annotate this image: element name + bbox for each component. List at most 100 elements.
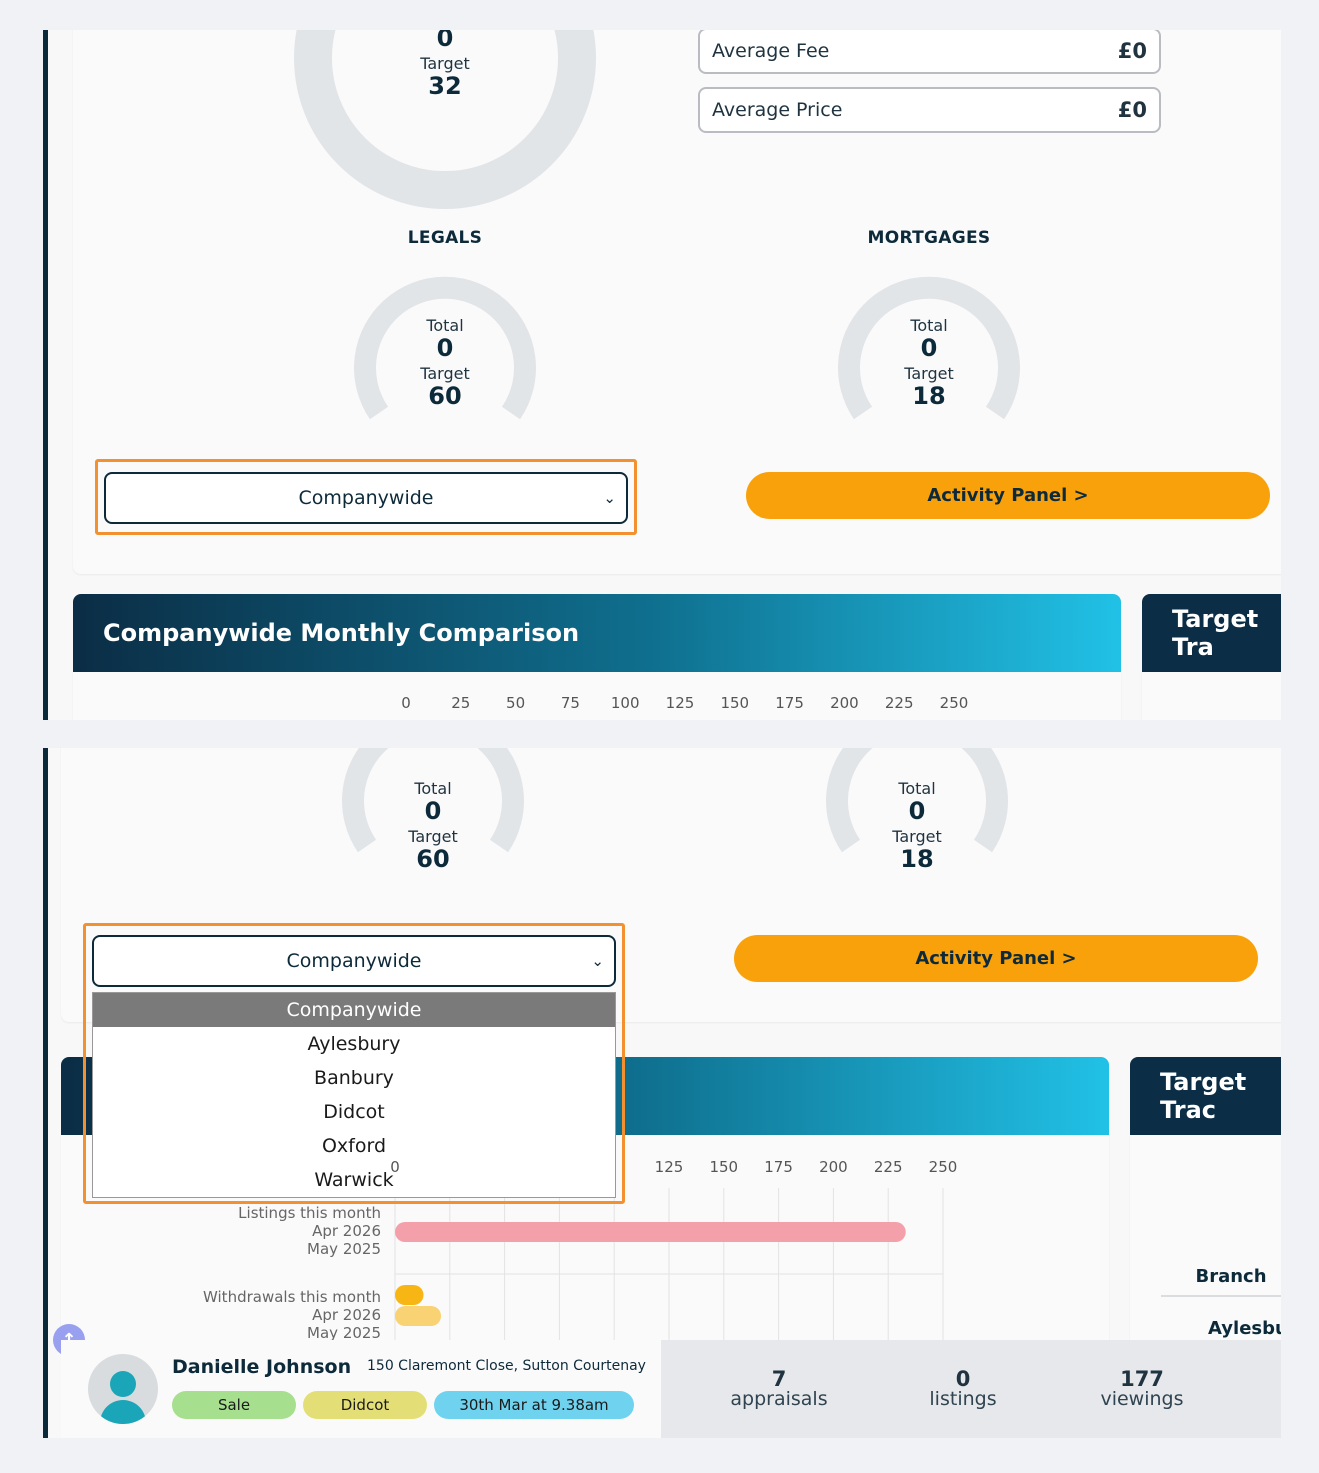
branch-select[interactable]: Companywide ⌄ [92, 935, 616, 987]
mortgages-target-value: 18 [900, 845, 934, 873]
viewings-label: viewings [1100, 1388, 1184, 1411]
target-tracker-header: Target Tra [1142, 594, 1281, 672]
axis-tick: 200 [819, 1158, 848, 1176]
top-dashboard-view: 0 Target 32 Average Fee £0 Average Price… [43, 30, 1281, 720]
withdrawals-row-line-1: Apr 2026 [312, 1306, 381, 1324]
legals-target-value: 60 [428, 382, 462, 410]
axis-tick: 225 [884, 694, 914, 712]
date-badge: 30th Mar at 9.38am [434, 1391, 634, 1419]
axis-tick: 0 [401, 694, 411, 712]
bottom-dashboard-view: Total 0 Target 60 Total 0 Target 18 Acti… [43, 748, 1281, 1438]
branch-column-header: Branch [1161, 1266, 1281, 1297]
mortgages-total-value: 0 [908, 797, 926, 825]
average-price-box: Average Price £0 [698, 87, 1161, 133]
bar-listings-may-2025 [395, 1222, 906, 1242]
withdrawals-row-label: Withdrawals this month Apr 2026 May 2025 [181, 1288, 381, 1342]
activity-panel-button[interactable]: Activity Panel > [734, 935, 1258, 982]
conversion-gauge-value: 0 [436, 30, 454, 52]
avatar [88, 1354, 158, 1424]
dropdown-option-companywide[interactable]: Companywide [93, 993, 615, 1027]
dropdown-option-banbury[interactable]: Banbury [93, 1061, 615, 1095]
chevron-down-icon: ⌄ [591, 952, 604, 970]
average-fee-box: Average Fee £0 [698, 30, 1161, 74]
listings-stat: 0 listings [893, 1368, 1033, 1410]
mortgages-gauge-label: Total 0 Target 18 [869, 318, 989, 414]
legals-total-label: Total [414, 779, 452, 798]
mortgages-total-label: Total [898, 779, 936, 798]
legals-gauge-label: Total 0 Target 60 [385, 318, 505, 414]
axis-tick: 150 [720, 694, 750, 712]
property-address: 150 Claremont Close, Sutton Courtenay [367, 1358, 646, 1374]
listings-row-label: Listings this month Apr 2026 May 2025 [181, 1204, 381, 1258]
chevron-down-icon: ⌄ [603, 489, 616, 507]
bar-withdrawals-may-2025 [395, 1306, 442, 1326]
listings-row-title: Listings this month [238, 1204, 381, 1222]
conversion-gauge-label: 0 Target 32 [385, 30, 505, 104]
target-tracker-card [1130, 1135, 1281, 1345]
legals-target-label: Target [420, 364, 470, 383]
legals-total-label: Total [426, 316, 464, 335]
listings-count: 0 [955, 1367, 971, 1391]
viewings-stat: 177 viewings [1072, 1368, 1212, 1410]
dropdown-option-warwick[interactable]: Warwick [93, 1163, 615, 1197]
axis-tick: 250 [939, 694, 969, 712]
mortgages-total-label: Total [910, 316, 948, 335]
branch-badge: Didcot [303, 1391, 427, 1419]
branch-row-aylesbury[interactable]: Aylesbur [1208, 1318, 1281, 1339]
legals-total-value: 0 [436, 334, 454, 362]
listings-row-line-1: Apr 2026 [312, 1222, 381, 1240]
bar-withdrawals-apr-2026 [395, 1285, 424, 1305]
legals-target-label: Target [408, 827, 458, 846]
axis-tick: 125 [665, 694, 695, 712]
axis-tick: 0 [390, 1158, 400, 1176]
mortgages-title: MORTGAGES [867, 228, 991, 248]
legals-gauge-label: Total 0 Target 60 [373, 781, 493, 877]
legals-total-value: 0 [424, 797, 442, 825]
left-accent-bar [43, 30, 48, 720]
mortgages-target-label: Target [892, 827, 942, 846]
target-tracker-header: Target Trac [1130, 1057, 1281, 1135]
axis-tick: 200 [830, 694, 859, 712]
axis-tick: 250 [928, 1158, 958, 1176]
appraisals-label: appraisals [730, 1388, 828, 1411]
mortgages-gauge-label: Total 0 Target 18 [857, 781, 977, 877]
listings-row-line-2: May 2025 [307, 1240, 381, 1258]
branch-select[interactable]: Companywide ⌄ [104, 472, 628, 524]
withdrawals-row-title: Withdrawals this month [203, 1288, 381, 1306]
axis-tick: 125 [654, 1158, 684, 1176]
comparison-header: Companywide Monthly Comparison [73, 594, 1121, 672]
average-fee-value: £0 [1117, 39, 1147, 63]
appraisals-count: 7 [771, 1367, 787, 1391]
viewings-count: 177 [1120, 1367, 1164, 1391]
average-price-label: Average Price [712, 99, 843, 121]
conversion-target-label: Target [420, 54, 470, 73]
dropdown-option-aylesbury[interactable]: Aylesbury [93, 1027, 615, 1061]
axis-tick: 175 [775, 694, 804, 712]
average-fee-label: Average Fee [712, 40, 830, 62]
appraisals-stat: 7 appraisals [709, 1368, 849, 1410]
branch-dropdown-list: Companywide Aylesbury Banbury Didcot Oxf… [92, 992, 616, 1198]
axis-tick: 75 [560, 694, 580, 712]
axis-tick: 150 [709, 1158, 739, 1176]
mortgages-target-value: 18 [912, 382, 946, 410]
contact-name: Danielle Johnson [172, 1356, 352, 1378]
branch-select-value: Companywide [298, 487, 434, 509]
listings-label: listings [929, 1388, 997, 1411]
legals-title: LEGALS [407, 228, 483, 248]
type-badge: Sale [172, 1391, 296, 1419]
target-tracker-card [1142, 672, 1281, 720]
mortgages-total-value: 0 [920, 334, 938, 362]
activity-panel-button[interactable]: Activity Panel > [746, 472, 1270, 519]
legals-target-value: 60 [416, 845, 450, 873]
average-price-value: £0 [1117, 98, 1147, 122]
conversion-target-value: 32 [428, 72, 462, 100]
axis-tick: 175 [764, 1158, 793, 1176]
branch-select-value: Companywide [286, 950, 422, 972]
dropdown-option-oxford[interactable]: Oxford [93, 1129, 615, 1163]
mortgages-target-label: Target [904, 364, 954, 383]
axis-tick: 100 [610, 694, 640, 712]
axis-tick: 50 [506, 694, 526, 712]
axis-tick: 225 [873, 1158, 903, 1176]
dropdown-option-didcot[interactable]: Didcot [93, 1095, 615, 1129]
axis-tick: 25 [451, 694, 471, 712]
